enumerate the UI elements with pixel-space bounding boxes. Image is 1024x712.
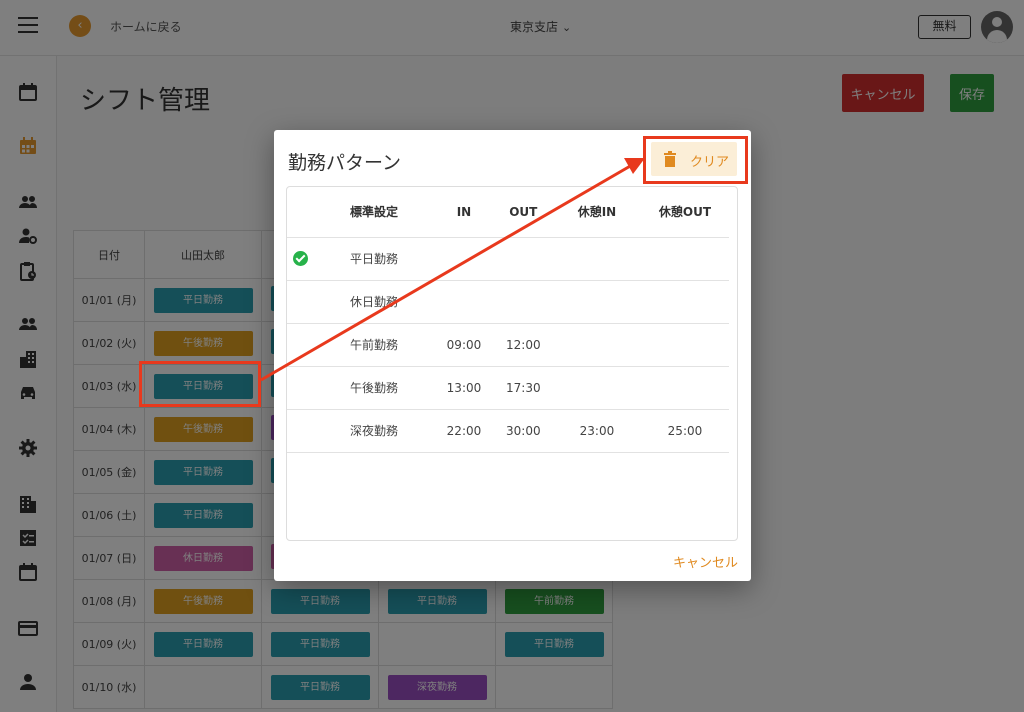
pattern-break-in-cell [552, 323, 641, 367]
pattern-in-cell: 13:00 [434, 366, 494, 410]
highlight-box-clear [643, 136, 748, 184]
column-header-out: OUT [493, 187, 553, 238]
pattern-row[interactable]: 午後勤務 13:00 17:30 [287, 366, 729, 410]
pattern-row[interactable]: 平日勤務 [287, 237, 729, 281]
pattern-in-cell [434, 237, 494, 281]
column-header-select [287, 187, 314, 238]
pattern-break-in-cell [552, 237, 641, 281]
pattern-in-cell: 09:00 [434, 323, 494, 367]
check-circle-icon [292, 251, 308, 266]
pattern-name-cell: 深夜勤務 [313, 409, 435, 453]
pattern-out-cell: 17:30 [493, 366, 553, 410]
select-cell [287, 409, 314, 453]
pattern-row[interactable]: 午前勤務 09:00 12:00 [287, 323, 729, 367]
pattern-break-out-cell [640, 280, 729, 324]
pattern-break-out-cell: 25:00 [640, 409, 729, 453]
pattern-out-cell [493, 280, 553, 324]
pattern-break-out-cell [640, 237, 729, 281]
pattern-out-cell: 30:00 [493, 409, 553, 453]
highlight-box-cell [139, 361, 261, 407]
pattern-break-out-cell [640, 366, 729, 410]
pattern-name-cell: 午前勤務 [313, 323, 435, 367]
pattern-break-in-cell [552, 366, 641, 410]
pattern-name-cell: 午後勤務 [313, 366, 435, 410]
pattern-table: 標準設定 IN OUT 休憩IN 休憩OUT 平日勤務 休日勤務 午前勤務 09:00… [287, 187, 729, 453]
pattern-out-cell: 12:00 [493, 323, 553, 367]
pattern-name-cell: 平日勤務 [313, 237, 435, 281]
dialog-title: 勤務パターン [288, 152, 402, 174]
select-cell [287, 237, 314, 281]
pattern-row[interactable]: 休日勤務 [287, 280, 729, 324]
pattern-in-cell [434, 280, 494, 324]
pattern-in-cell: 22:00 [434, 409, 494, 453]
pattern-row[interactable]: 深夜勤務 22:00 30:00 23:00 25:00 [287, 409, 729, 453]
pattern-break-in-cell: 23:00 [552, 409, 641, 453]
dialog-cancel-button[interactable]: キャンセル [654, 549, 738, 573]
pattern-out-cell [493, 237, 553, 281]
pattern-name-cell: 休日勤務 [313, 280, 435, 324]
column-header-break-out: 休憩OUT [640, 187, 729, 238]
select-cell [287, 280, 314, 324]
pattern-break-in-cell [552, 280, 641, 324]
pattern-table-container: 標準設定 IN OUT 休憩IN 休憩OUT 平日勤務 休日勤務 午前勤務 09:00… [286, 186, 738, 541]
select-cell [287, 366, 314, 410]
column-header-name: 標準設定 [313, 187, 435, 238]
shift-pattern-dialog: 勤務パターン クリア 標準設定 IN OUT 休憩IN 休憩OUT 平日勤務 休日… [274, 130, 751, 581]
column-header-break-in: 休憩IN [552, 187, 641, 238]
column-header-in: IN [434, 187, 494, 238]
select-cell [287, 323, 314, 367]
pattern-break-out-cell [640, 323, 729, 367]
